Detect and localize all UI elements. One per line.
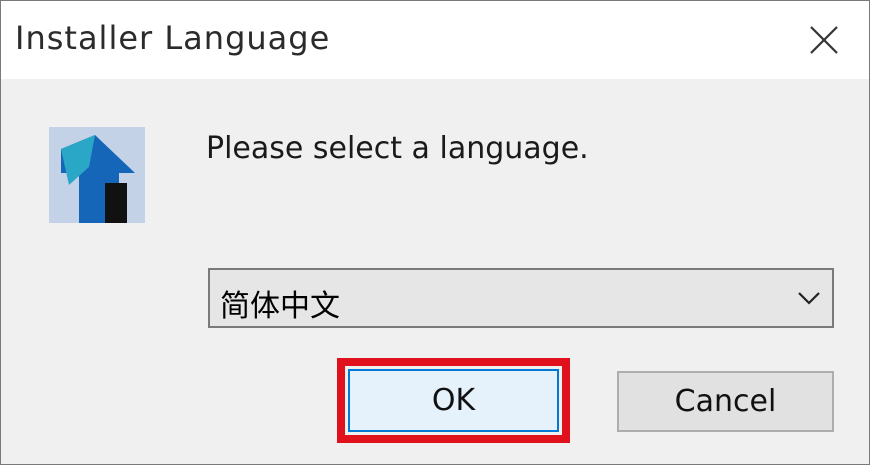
- prompt-text: Please select a language.: [206, 131, 589, 166]
- selected-language: 简体中文: [220, 289, 340, 324]
- installer-language-dialog: Installer Language Please select a langu…: [0, 0, 870, 465]
- chevron-down-icon: [798, 292, 820, 305]
- language-select[interactable]: 简体中文: [208, 268, 834, 328]
- close-button[interactable]: [779, 1, 869, 79]
- window-title: Installer Language: [15, 19, 331, 57]
- ok-button[interactable]: OK: [348, 369, 559, 432]
- close-icon: [810, 26, 838, 54]
- cancel-button[interactable]: Cancel: [617, 371, 834, 432]
- installer-house-icon: [49, 127, 145, 223]
- title-bar: Installer Language: [1, 1, 869, 79]
